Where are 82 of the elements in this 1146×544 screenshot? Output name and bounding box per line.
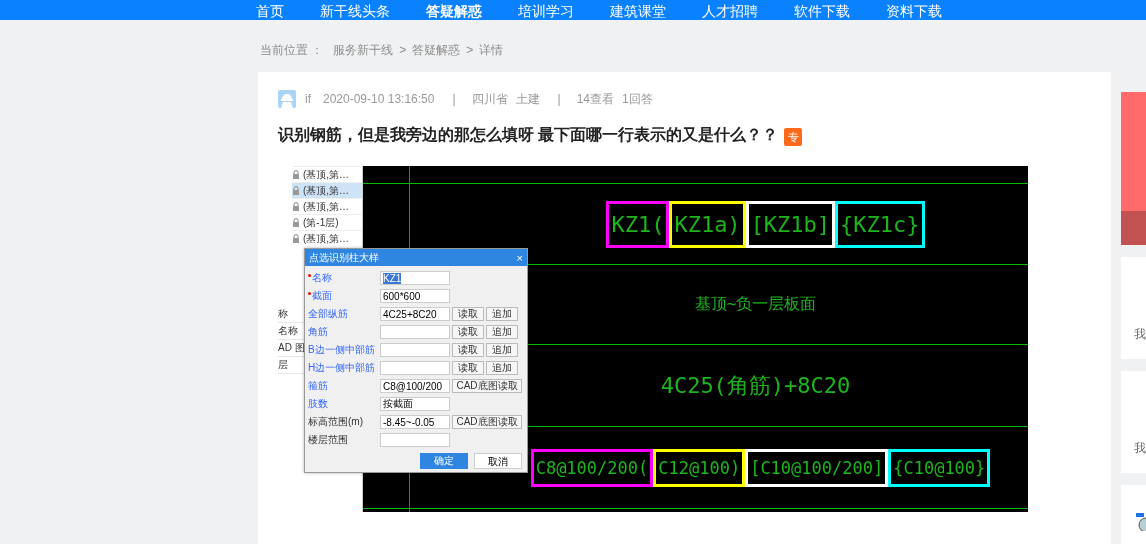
field-label: 名称 bbox=[308, 271, 378, 285]
tree-row[interactable]: (基顶,第… bbox=[292, 198, 362, 214]
highlight-box: [KZ1b] bbox=[745, 200, 836, 248]
nav-link[interactable]: 新干线头条 bbox=[320, 2, 390, 20]
breadcrumb-separator: > bbox=[399, 43, 407, 57]
tree-row[interactable]: (基顶,第… bbox=[292, 230, 362, 246]
input-field[interactable] bbox=[380, 325, 450, 339]
nav-link[interactable]: 答疑解惑 bbox=[426, 2, 482, 20]
input-field[interactable]: C8@100/200 bbox=[380, 379, 450, 393]
highlight-box: {KZ1c} bbox=[835, 200, 925, 248]
avatar-icon bbox=[278, 90, 296, 108]
expert-badge: 专 bbox=[784, 128, 803, 146]
view-count: 14查看 bbox=[576, 90, 615, 108]
tree-row-text: (基顶,第… bbox=[303, 199, 350, 214]
close-button[interactable]: × bbox=[516, 251, 523, 264]
field-label: 箍筋 bbox=[308, 379, 329, 393]
tree-row-text: (基顶,第… bbox=[303, 167, 350, 182]
dialog-button[interactable]: 读取 bbox=[452, 361, 484, 375]
dialog-button[interactable]: 追加 bbox=[486, 307, 518, 321]
highlight-box: KZ1( bbox=[606, 200, 670, 248]
chat-bubble-icon bbox=[1136, 513, 1146, 531]
tree-row-text: (第-1层) bbox=[303, 215, 339, 230]
input-field[interactable]: 按截面 bbox=[380, 397, 450, 411]
highlight-box: [C10@100/200] bbox=[745, 448, 889, 487]
field-label: 角筋 bbox=[308, 325, 329, 339]
lock-icon bbox=[292, 218, 300, 227]
highlight-box: {C10@100} bbox=[888, 448, 991, 487]
region-label: 四川省 bbox=[471, 90, 508, 108]
post-time: 2020-09-10 13:16:50 bbox=[323, 92, 435, 106]
dialog-button[interactable]: 读取 bbox=[452, 343, 484, 357]
cad-text: 基顶~负一层板面 bbox=[693, 294, 817, 315]
field-label: 标高范围(m) bbox=[308, 415, 364, 429]
dialog-button[interactable]: 读取 bbox=[452, 307, 484, 321]
tree-row-text: (基顶,第… bbox=[303, 183, 350, 198]
nav-link[interactable]: 人才招聘 bbox=[702, 2, 758, 20]
highlight-box: C8@100/200( bbox=[530, 448, 654, 487]
input-field[interactable]: -8.45~-0.05 bbox=[380, 415, 450, 429]
dialog-button[interactable]: 追加 bbox=[486, 325, 518, 339]
lock-icon bbox=[292, 170, 300, 179]
field-label: 全部纵筋 bbox=[308, 307, 349, 321]
highlight-box: C12@100) bbox=[653, 448, 746, 487]
tree-row[interactable]: (第-1层) bbox=[292, 214, 362, 230]
lock-icon bbox=[292, 234, 300, 243]
field-label: 肢数 bbox=[308, 397, 329, 411]
dialog-button[interactable]: 读取 bbox=[452, 325, 484, 339]
input-field[interactable] bbox=[380, 433, 450, 447]
dialog-button[interactable]: CAD底图读取 bbox=[452, 415, 522, 429]
lock-icon bbox=[292, 186, 300, 195]
dialog-button[interactable]: CAD底图读取 bbox=[452, 379, 522, 393]
answer-count: 1回答 bbox=[622, 90, 653, 108]
nav-link[interactable]: 软件下载 bbox=[794, 2, 850, 20]
sidebar-card-text: 我 bbox=[1134, 440, 1146, 457]
meta-divider: | bbox=[557, 92, 561, 106]
input-field[interactable]: KZ1 bbox=[380, 271, 450, 285]
highlight-box: KZ1a) bbox=[669, 200, 746, 248]
tree-row[interactable]: (基顶,第… bbox=[292, 182, 362, 198]
input-field[interactable]: 4C25+8C20 bbox=[380, 307, 450, 321]
required-mark-icon bbox=[308, 292, 311, 295]
cancel-button[interactable]: 取消 bbox=[474, 453, 522, 469]
question-title: 识别钢筋，但是我旁边的那怎么填呀 最下面哪一行表示的又是什么？？ bbox=[278, 124, 779, 145]
input-field[interactable]: 600*600 bbox=[380, 289, 450, 303]
ok-button[interactable]: 确定 bbox=[420, 453, 468, 469]
required-mark-icon bbox=[308, 274, 311, 277]
input-field[interactable] bbox=[380, 361, 450, 375]
tree-row-text: (基顶,第… bbox=[303, 231, 350, 246]
meta-divider: | bbox=[452, 92, 456, 106]
nav-link[interactable]: 建筑课堂 bbox=[610, 2, 666, 20]
dialog-button[interactable]: 追加 bbox=[486, 343, 518, 357]
lock-icon bbox=[292, 202, 300, 211]
category-label: 土建 bbox=[515, 90, 540, 108]
nav-link[interactable]: 培训学习 bbox=[518, 2, 574, 20]
breadcrumb-label: 当前位置 ： bbox=[260, 41, 324, 59]
dialog-title: 点选识别柱大样 bbox=[309, 250, 379, 265]
sidebar-card-text: 我 bbox=[1134, 326, 1146, 343]
field-label: 楼层范围 bbox=[308, 433, 349, 447]
input-field[interactable] bbox=[380, 343, 450, 357]
cad-text: 4C25(角筋)+8C20 bbox=[659, 371, 851, 400]
nav-link[interactable]: 资料下载 bbox=[886, 2, 942, 20]
dialog-button[interactable]: 追加 bbox=[486, 361, 518, 375]
field-label: 截面 bbox=[308, 289, 378, 303]
breadcrumb-separator: > bbox=[466, 43, 474, 57]
nav-link[interactable]: 首页 bbox=[256, 2, 284, 20]
